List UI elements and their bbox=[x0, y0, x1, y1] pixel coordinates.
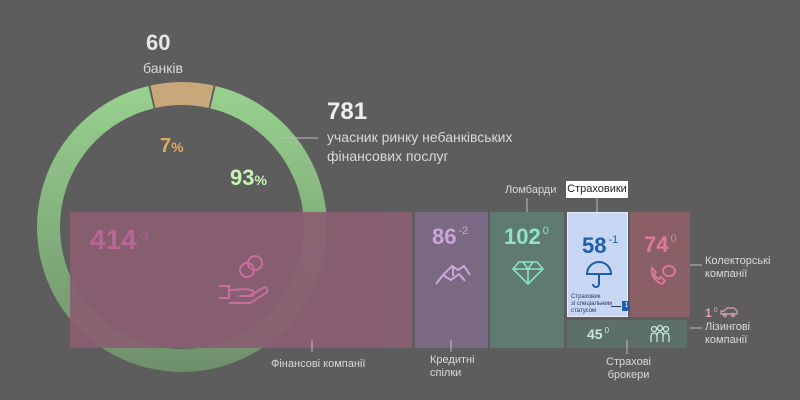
insurance-brokers-label: Страхові брокери bbox=[606, 356, 651, 381]
insurers-label: Страховики bbox=[566, 181, 628, 198]
credit-unions-label: Кредитні спілки bbox=[430, 354, 475, 379]
connector-lines bbox=[311, 198, 702, 354]
collectors-label: Колекторські компанії bbox=[705, 255, 771, 280]
financial-companies-label: Фінансові компанії bbox=[271, 358, 366, 370]
pawnshops-label: Ломбарди bbox=[505, 184, 557, 196]
chart-area: 60 банків 7% 93% 781 учасник ринку небан… bbox=[0, 0, 800, 400]
leasing-label: Лізингові компанії bbox=[705, 321, 751, 346]
